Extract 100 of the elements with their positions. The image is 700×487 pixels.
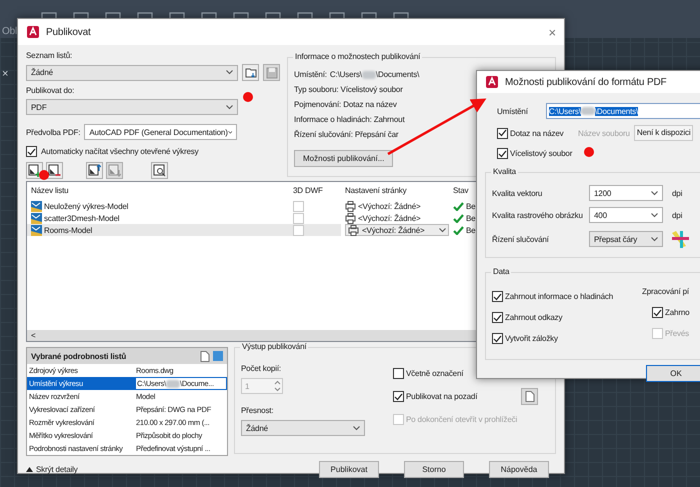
quality-dropdown[interactable]: 400 [589,207,663,223]
sheet-name-cell[interactable]: Rooms-Model [27,224,289,236]
sheet-down-icon [108,164,121,177]
sheet-plus-icon [28,164,41,177]
publish-to-dropdown[interactable]: PDF [26,99,238,115]
checkbox[interactable] [497,148,508,159]
precision-dropdown[interactable]: Žádné [241,420,365,436]
info-label: Umístění: [294,69,327,81]
status-text: Be [466,212,476,224]
panel-title: Vybrané podrobnosti listů [31,352,128,360]
sheet-name-cell[interactable]: Neuložený výkres-Model [27,200,289,212]
checkbox-label: Včetně označení [406,368,464,380]
page-setup-dropdown[interactable]: <Výchozí: Žádné> [345,224,449,236]
publish-options-button[interactable]: Možnosti publikování... [294,150,394,167]
sheet-tool-button[interactable] [26,162,43,179]
checkbox-label: Zahrnout informace o hladinách [505,291,614,303]
group-title: Kvalita [491,167,518,176]
annotation-dot [243,92,253,102]
sheet-minus-icon [48,164,61,177]
info-line: Informace o hladinách: Zahrnout [294,114,405,126]
chevron-down-icon [226,70,233,75]
column-header[interactable]: Název listu [27,182,289,200]
column-header[interactable]: Nastavení stránky [341,182,449,200]
field-label: Název souboru [578,128,630,140]
checkbox-label: Zahrnout odkazy [505,312,562,324]
dialog-button[interactable]: Storno [404,461,464,478]
status-text: Be [466,200,476,212]
chevron-down-icon [651,212,658,218]
check-icon [453,202,464,210]
sheet-up-icon [88,164,101,177]
checkbox[interactable] [393,391,404,402]
path-text: C:\Users\ [548,106,581,116]
column-header[interactable]: 3D DWF [289,182,341,200]
path-text: \Documents\ [594,106,638,116]
field-label: Řízení slučování [492,234,550,246]
ok-button[interactable]: OK [646,365,700,382]
checkbox[interactable] [497,128,508,138]
check-icon [453,226,464,234]
field-label: Přesnost: [241,405,274,417]
tab-close-button[interactable]: × [2,68,8,80]
checkbox-label: Publikovat na pozadí [406,391,478,403]
sheet-tool-button[interactable] [46,162,63,179]
close-button[interactable]: × [548,24,556,40]
sheet-list-dropdown[interactable]: Žádné [26,64,238,80]
quality-dropdown[interactable]: 1200 [589,185,663,201]
sheet-name-cell[interactable]: scatter3Dmesh-Model [27,212,289,224]
checkbox-label: Zahrno [665,307,690,319]
sheet-tool-button[interactable] [151,162,168,179]
printer-icon [348,224,359,236]
page-setup-text: <Výchozí: Žádné> [358,200,421,212]
group-subtitle: Zpracování pí [642,286,689,298]
checkbox-label: Vícelistový soubor [510,148,572,160]
sheet-tool-button[interactable] [86,162,103,179]
group-title: Výstup publikování [240,342,308,351]
chevron-down-icon [651,236,658,242]
path-text: \Documents\ [376,69,420,81]
field-label: Publikovat do: [26,85,74,97]
field-label: Předvolba PDF: [26,126,80,138]
annotation-dot [584,147,594,157]
checkbox[interactable] [492,312,503,323]
chevron-down-icon [651,190,658,196]
checkbox[interactable] [492,291,503,302]
sheet-icon [31,200,42,212]
quality-dropdown[interactable]: Přepsat čáry [589,231,663,247]
toolbar-label: Obl [2,26,18,37]
spinner-arrows-icon [273,379,282,393]
unit-label: dpi [672,188,682,200]
field-label: Kvalita rastrového obrázku [492,210,584,222]
checkbox[interactable] [652,307,663,318]
background-settings-button[interactable] [521,388,538,405]
file-name-field[interactable]: Není k dispozici [634,125,694,141]
redacted-mark [166,380,180,388]
save-icon [266,66,278,78]
checkbox[interactable] [393,368,404,379]
chevron-down-icon [228,130,232,134]
info-line: Pojmenování: Dotaz na název [294,99,397,111]
folder-icon [244,67,256,78]
app-logo-icon [26,25,40,39]
checkbox[interactable] [26,146,37,157]
path-text: C:\Users\ [330,69,362,81]
load-list-button[interactable] [242,64,259,81]
location-field[interactable]: C:\Users\ \Documents\ [546,103,700,119]
page-setup-text: <Výchozí: Žádné> [358,212,421,224]
sheet-icon [31,224,42,236]
info-line: Řízení slučování: Přepsání čar [294,129,398,141]
hide-details-link[interactable]: Skrýt detaily [36,463,78,476]
field-label: Seznam listů: [26,50,72,62]
dialog-button[interactable]: Nápověda [489,461,549,478]
checkbox-label: Dotaz na název [510,128,564,140]
checkbox[interactable] [492,333,503,344]
merge-lines-icon [670,229,690,249]
checkbox-label: Převés [665,328,689,340]
chevron-down-icon [353,426,360,430]
checkbox-label: Po dokončení otevřít v prohlížeči [406,414,518,426]
pdf-preset-dropdown[interactable]: AutoCAD PDF (General Documentation) [84,124,238,140]
redacted-mark [362,70,376,78]
preview-icon [153,164,166,177]
scroll-left-arrow[interactable]: < [31,329,36,342]
dialog-button[interactable]: Publikovat [319,461,379,478]
chevron-down-icon [439,228,446,232]
